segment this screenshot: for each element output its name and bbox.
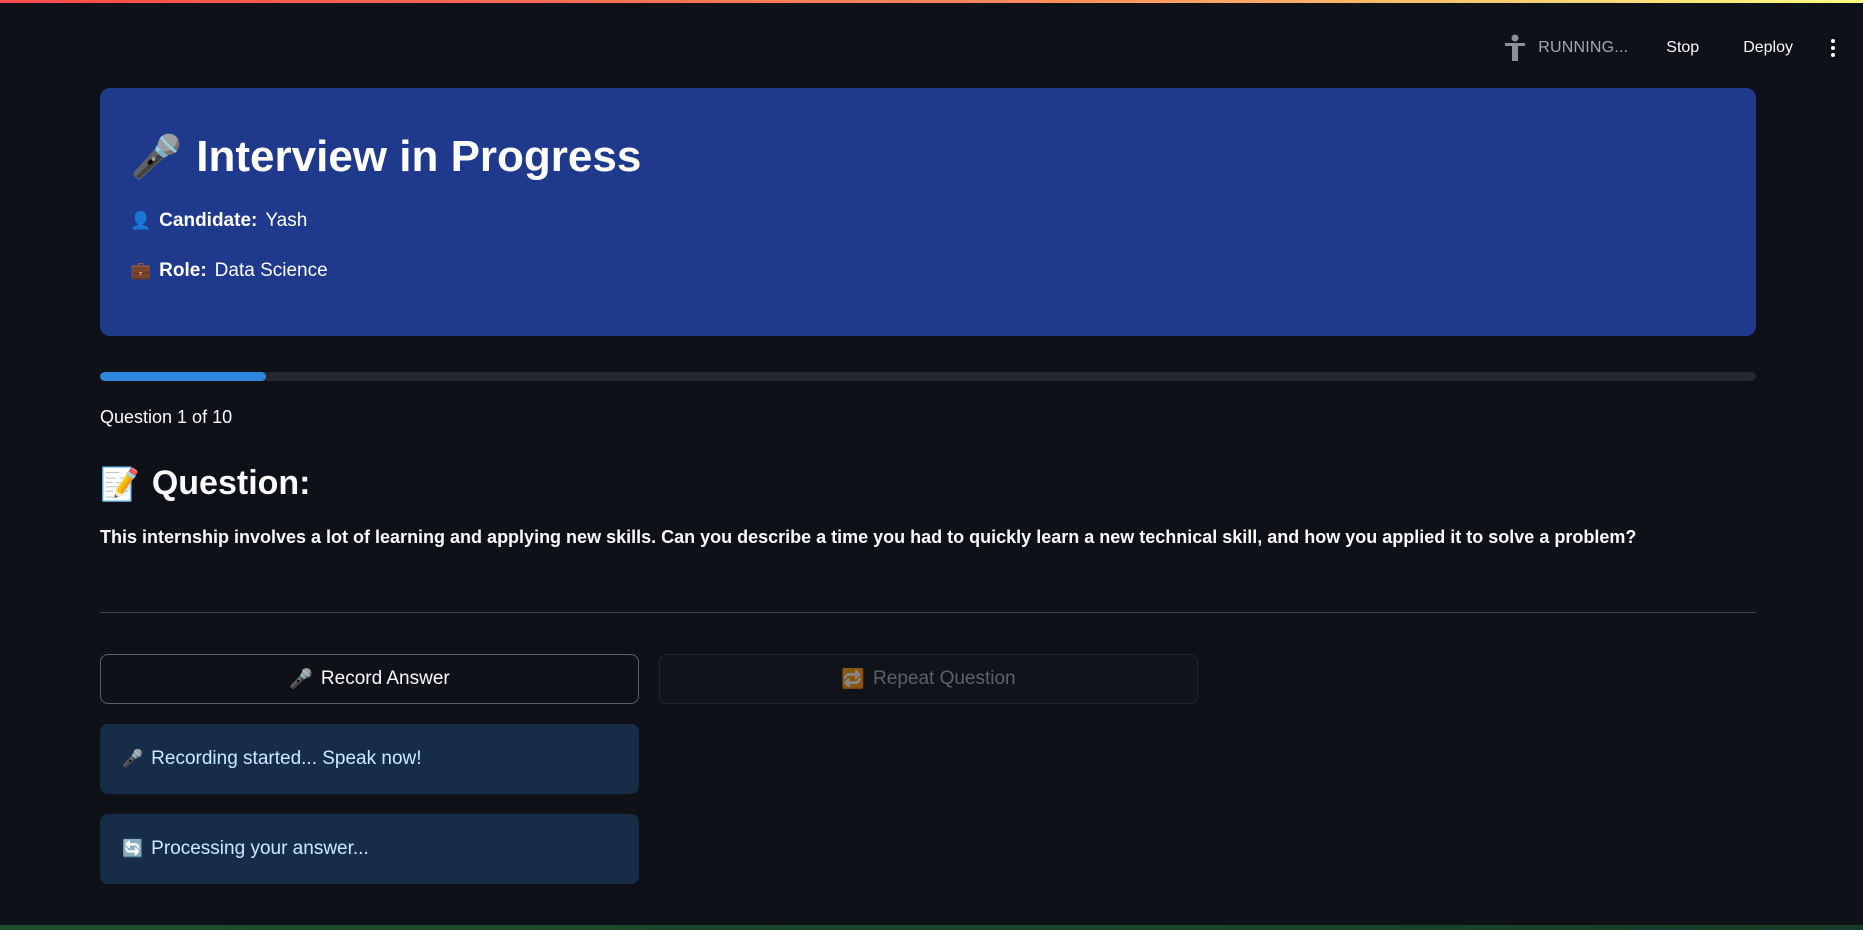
main-content: 🎤 Interview in Progress 👤 Candidate: Yas…	[100, 88, 1756, 884]
recording-status-alert: 🎤 Recording started... Speak now!	[100, 724, 639, 794]
repeat-question-label: Repeat Question	[873, 668, 1016, 689]
main-menu-button[interactable]	[1821, 36, 1845, 60]
bottom-decoration-bar	[0, 925, 1863, 930]
page-title: 🎤 Interview in Progress	[130, 132, 1726, 182]
repeat-question-button[interactable]: 🔁 Repeat Question	[659, 654, 1198, 704]
candidate-info: 👤 Candidate: Yash	[130, 210, 1726, 232]
record-answer-button[interactable]: 🎤 Record Answer	[100, 654, 639, 704]
question-text: This internship involves a lot of learni…	[100, 527, 1637, 547]
running-person-icon	[1502, 34, 1528, 62]
vertical-dots-icon	[1831, 39, 1835, 43]
candidate-value: Yash	[265, 210, 308, 231]
progress-bar	[100, 372, 1756, 381]
deploy-button[interactable]: Deploy	[1731, 31, 1805, 65]
briefcase-icon: 💼	[130, 261, 152, 280]
repeat-icon: 🔁	[841, 669, 866, 690]
interview-header-card: 🎤 Interview in Progress 👤 Candidate: Yas…	[100, 88, 1756, 336]
processing-status-alert: 🔄 Processing your answer...	[100, 814, 639, 884]
processing-status-text: Processing your answer...	[151, 838, 369, 859]
running-status: RUNNING...	[1502, 34, 1628, 62]
user-icon: 👤	[130, 211, 152, 230]
divider	[100, 612, 1756, 613]
recording-status-text: Recording started... Speak now!	[151, 748, 422, 769]
candidate-label: Candidate:	[159, 210, 258, 231]
record-answer-label: Record Answer	[320, 668, 450, 689]
app-toolbar: RUNNING... Stop Deploy	[1502, 28, 1845, 68]
status-text: RUNNING...	[1538, 39, 1629, 56]
stop-button[interactable]: Stop	[1654, 31, 1711, 65]
progress-bar-fill	[100, 372, 266, 381]
microphone-icon: 🎤	[130, 133, 183, 180]
microphone-icon: 🎤	[289, 669, 313, 690]
memo-icon: 📝	[100, 465, 140, 502]
refresh-icon: 🔄	[122, 839, 144, 858]
role-info: 💼 Role: Data Science	[130, 260, 1726, 282]
action-buttons: 🎤 Record Answer 🔁 Repeat Question	[100, 654, 1756, 704]
question-heading: 📝 Question:	[100, 464, 1756, 503]
page-title-text: Interview in Progress	[196, 132, 642, 181]
question-heading-text: Question:	[151, 464, 311, 502]
top-decoration-bar	[0, 0, 1863, 3]
role-value: Data Science	[214, 260, 328, 281]
role-label: Role:	[159, 260, 207, 281]
microphone-icon: 🎤	[122, 749, 144, 768]
progress-text: Question 1 of 10	[100, 407, 233, 427]
